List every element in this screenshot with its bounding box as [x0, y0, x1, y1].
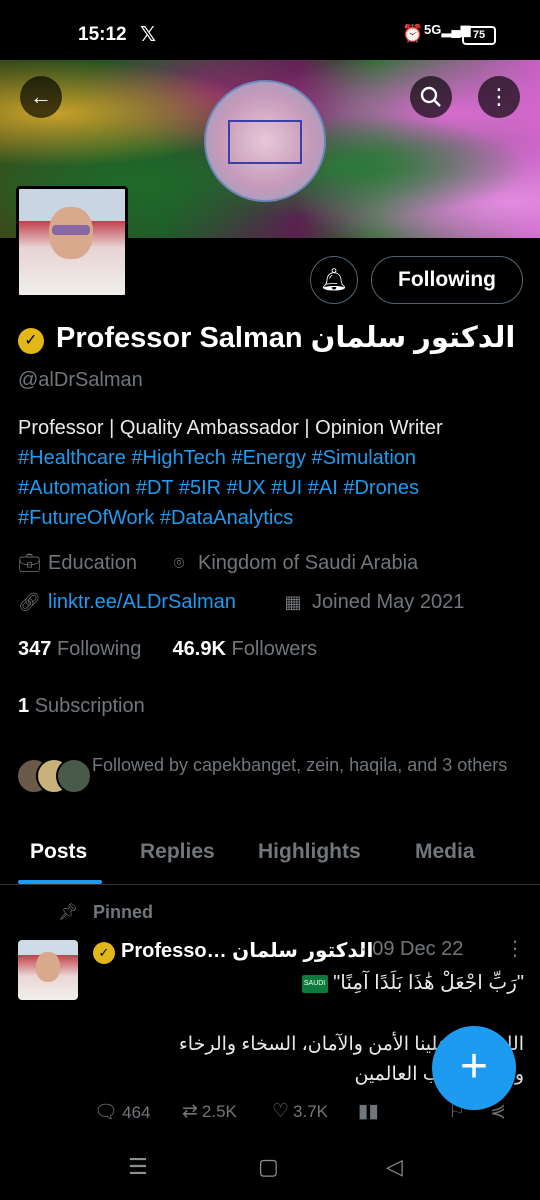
avatar [56, 758, 92, 794]
bio-hashtags-line[interactable]: #Automation #DT #5IR #UX #UI #AI #Drones [18, 473, 528, 503]
post-author-name[interactable]: Professo… الدكتور سلمان [121, 938, 373, 963]
active-tab-indicator [18, 880, 102, 884]
repost-count: 2.5K [201, 1102, 237, 1121]
pinned-label: Pinned [93, 902, 154, 922]
follow-counts: 347 Following 46.9K Followers [18, 638, 317, 661]
more-button[interactable]: ⋮ [478, 76, 520, 118]
reply-button[interactable]: 🗨︎ 464 [94, 1100, 151, 1124]
search-button[interactable] [410, 76, 452, 118]
followers-count-link[interactable]: 46.9K Followers [173, 638, 318, 660]
location-pin-icon: ⌾ [173, 553, 185, 573]
banner-calligraphy-seal [204, 80, 326, 202]
tab-posts[interactable]: Posts [30, 840, 87, 864]
bio-hashtags-line[interactable]: #Healthcare #HighTech #Energy #Simulatio… [18, 443, 528, 473]
post-text-line: "رَبِّ اجْعَلْ هَٰذَا بَلَدًا آمِنًا" SA… [300, 970, 524, 995]
saudi-flag-icon: SAUDI [301, 974, 328, 993]
following-count: 347 [18, 638, 52, 660]
calligraphy-mark [228, 120, 302, 164]
profile-location: ⌾ Kingdom of Saudi Arabia [168, 552, 419, 575]
category-label: Education [48, 552, 137, 574]
alarm-icon: ⏰ [402, 24, 424, 43]
post-date[interactable]: · 09 Dec 22 [360, 938, 463, 961]
bio-text: Professor | Quality Ambassador | Opinion… [18, 417, 443, 439]
bio-hashtags-line[interactable]: #FutureOfWork #DataAnalytics [18, 503, 528, 533]
subscriptions-link[interactable]: 1 Subscription [18, 695, 145, 718]
home-icon[interactable]: ▢ [258, 1154, 279, 1180]
bell-plus-icon: 🔔︎ [320, 267, 348, 292]
following-label: Following [56, 638, 142, 660]
search-icon [420, 86, 441, 107]
briefcase-icon: 💼︎ [18, 553, 41, 573]
following-button[interactable]: Following [371, 256, 523, 304]
calendar-icon: ▦ [284, 592, 302, 612]
heart-icon: ♡ [272, 1101, 290, 1122]
profile-category: 💼︎ Education [18, 552, 137, 575]
reply-count: 464 [122, 1103, 151, 1122]
followed-by-text[interactable]: Followed by capekbanget, zein, haqila, a… [92, 752, 512, 778]
network-type: 5G [424, 22, 442, 37]
post-quote: "رَبِّ اجْعَلْ هَٰذَا بَلَدًا آمِنًا" [333, 972, 524, 994]
profile-handle: @alDrSalman [18, 369, 143, 391]
link-icon: 🔗︎ [18, 592, 41, 612]
joined-label: Joined May 2021 [312, 591, 465, 613]
back-triangle-icon[interactable]: ◁ [386, 1154, 403, 1180]
profile-link[interactable]: 🔗︎ linktr.ee/ALDrSalman [18, 591, 236, 614]
notifications-button[interactable]: 🔔︎ [310, 256, 358, 304]
compose-button[interactable]: + [432, 1026, 516, 1110]
profile-bio: Professor | Quality Ambassador | Opinion… [18, 413, 528, 533]
following-count-link[interactable]: 347 Following [18, 638, 141, 660]
tab-replies[interactable]: Replies [140, 840, 215, 864]
post-author-avatar[interactable] [18, 940, 78, 1000]
profile-avatar[interactable] [16, 186, 128, 298]
bar-chart-icon: ▮▮ [358, 1101, 379, 1122]
like-count: 3.7K [293, 1102, 329, 1121]
plus-icon: + [459, 1040, 489, 1093]
more-vertical-icon: ⋮ [488, 84, 510, 109]
avatar-face [36, 952, 60, 982]
followers-count: 46.9K [172, 638, 226, 660]
post-more-icon[interactable]: ⋮ [505, 936, 525, 961]
views-button[interactable]: ▮▮ [358, 1100, 383, 1123]
profile-name: Professor Salman الدكتور سلمان [56, 322, 516, 354]
arrow-left-icon: ← [30, 84, 52, 109]
recent-apps-icon[interactable]: ☰ [128, 1154, 148, 1180]
like-button[interactable]: ♡ 3.7K [272, 1100, 328, 1123]
subscription-label: Subscription [34, 695, 145, 717]
status-time: 15:12 [78, 24, 127, 45]
followed-by-avatars[interactable] [16, 758, 92, 794]
verified-badge-icon: ✓ [93, 942, 115, 964]
back-button[interactable]: ← [20, 76, 62, 118]
avatar-glasses [52, 225, 90, 235]
status-bar: 15:12 𝕏 ⏰ 5G▂▄▆ 75 [0, 0, 540, 60]
verified-badge-icon[interactable]: ✓ [18, 328, 44, 354]
battery-indicator: 75 [462, 26, 496, 45]
x-logo-icon: 𝕏 [140, 24, 157, 46]
location-label: Kingdom of Saudi Arabia [198, 552, 419, 574]
link-label[interactable]: linktr.ee/ALDrSalman [48, 591, 236, 613]
tab-media[interactable]: Media [415, 840, 475, 864]
followers-label: Followers [231, 638, 318, 660]
profile-tabs: Posts Replies Highlights Media [0, 826, 540, 885]
tab-highlights[interactable]: Highlights [258, 840, 361, 864]
repost-icon: ⇄ [182, 1101, 198, 1122]
pin-icon: 📌︎ [58, 904, 79, 921]
repost-button[interactable]: ⇄ 2.5K [182, 1100, 237, 1123]
reply-icon: 🗨︎ [94, 1102, 119, 1123]
system-nav-bar: ☰ ▢ ◁ [0, 1140, 540, 1200]
profile-joined: ▦ Joined May 2021 [282, 591, 464, 614]
subscription-count: 1 [18, 695, 30, 717]
